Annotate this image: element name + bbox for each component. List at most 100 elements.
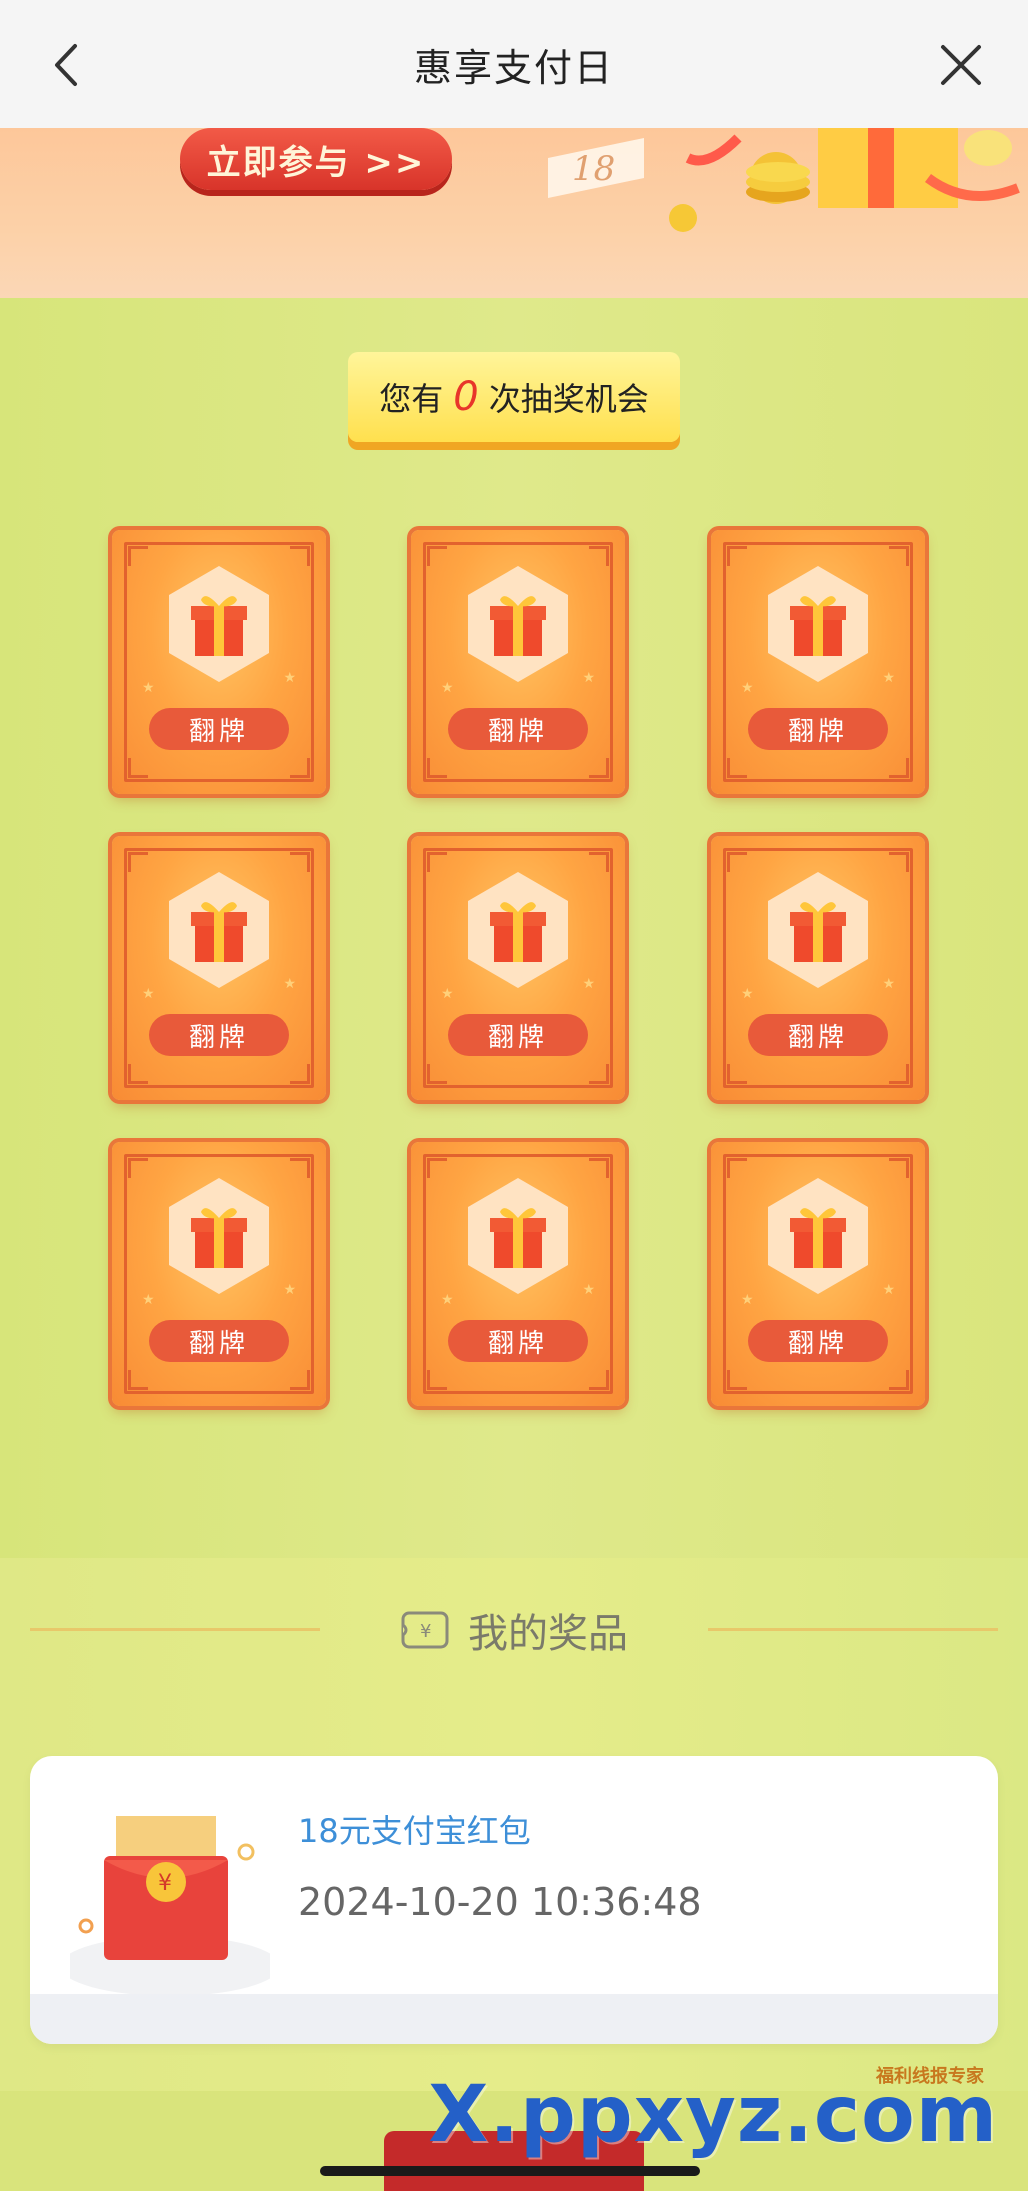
gift-box-illustration: 18: [548, 128, 1020, 232]
card-corner-ornament: [128, 758, 148, 778]
gift-icon: [768, 566, 868, 682]
star-decoration: ★: [882, 1282, 895, 1298]
star-decoration: ★: [441, 986, 454, 1002]
card-corner-ornament: [889, 1370, 909, 1390]
gift-icon: [169, 872, 269, 988]
card-corner-ornament: [290, 1064, 310, 1084]
flip-card-label: 翻牌: [448, 708, 588, 750]
card-corner-ornament: [727, 852, 747, 872]
flip-card-label: 翻牌: [448, 1014, 588, 1056]
gift-icon: [468, 1178, 568, 1294]
card-corner-ornament: [589, 546, 609, 566]
gift-icon: [169, 566, 269, 682]
star-decoration: ★: [441, 680, 454, 696]
star-decoration: ★: [441, 1292, 454, 1308]
card-corner-ornament: [427, 1064, 447, 1084]
star-decoration: ★: [741, 986, 754, 1002]
divider-left: [30, 1628, 320, 1631]
prizes-heading: ¥ 我的奖品: [400, 1600, 628, 1660]
close-button[interactable]: [926, 30, 996, 100]
card-corner-ornament: [427, 1370, 447, 1390]
flip-card[interactable]: ★ ★ 翻牌: [112, 1142, 326, 1406]
red-packet-icon: ¥: [70, 1816, 270, 1996]
prize-name: 18元支付宝红包: [298, 1812, 531, 1850]
flip-card[interactable]: ★ ★ 翻牌: [112, 836, 326, 1100]
my-prizes-section: ¥ 我的奖品 ¥ 18元支付宝红包 2024-10-20 10:36:48: [0, 1558, 1028, 2091]
card-corner-ornament: [427, 1158, 447, 1178]
flip-card[interactable]: ★ ★ 翻牌: [112, 530, 326, 794]
star-decoration: ★: [741, 680, 754, 696]
flip-card-label: 翻牌: [448, 1320, 588, 1362]
prize-card-footer: [30, 1994, 998, 2044]
flip-card[interactable]: ★ ★ 翻牌: [711, 1142, 925, 1406]
card-corner-ornament: [290, 758, 310, 778]
gift-icon: [468, 872, 568, 988]
card-corner-ornament: [727, 1370, 747, 1390]
star-decoration: ★: [582, 670, 595, 686]
badge-number: 18: [572, 149, 615, 189]
flip-card[interactable]: ★ ★ 翻牌: [411, 530, 625, 794]
card-corner-ornament: [889, 1064, 909, 1084]
card-corner-ornament: [589, 1370, 609, 1390]
star-decoration: ★: [283, 1282, 296, 1298]
card-corner-ornament: [889, 546, 909, 566]
card-corner-ornament: [727, 1158, 747, 1178]
star-decoration: ★: [142, 680, 155, 696]
svg-text:¥: ¥: [420, 1621, 431, 1642]
star-decoration: ★: [283, 976, 296, 992]
chevron-left-icon: [55, 44, 77, 86]
flip-card-label: 翻牌: [149, 1320, 289, 1362]
lottery-chance-counter: 您有 0 次抽奖机会: [348, 352, 680, 442]
flip-card-label: 翻牌: [748, 1014, 888, 1056]
card-corner-ornament: [727, 758, 747, 778]
prizes-heading-text: 我的奖品: [468, 1611, 628, 1657]
card-corner-ornament: [727, 1064, 747, 1084]
gift-icon: [768, 1178, 868, 1294]
promo-banner: 立即参与 >> 18: [0, 128, 1028, 298]
card-corner-ornament: [290, 1370, 310, 1390]
flip-card[interactable]: ★ ★ 翻牌: [711, 836, 925, 1100]
prize-timestamp: 2024-10-20 10:36:48: [298, 1880, 702, 1924]
ticket-icon: ¥: [401, 1611, 449, 1649]
card-corner-ornament: [128, 1370, 148, 1390]
star-decoration: ★: [741, 1292, 754, 1308]
card-corner-ornament: [128, 546, 148, 566]
card-corner-ornament: [889, 852, 909, 872]
navigation-bar: 惠享支付日: [0, 0, 1028, 128]
chance-suffix: 次抽奖机会: [488, 380, 649, 418]
chance-count: 0: [453, 374, 479, 420]
card-corner-ornament: [589, 1064, 609, 1084]
star-decoration: ★: [882, 670, 895, 686]
page-title: 惠享支付日: [413, 45, 614, 90]
flip-card[interactable]: ★ ★ 翻牌: [711, 530, 925, 794]
card-corner-ornament: [589, 1158, 609, 1178]
prize-item[interactable]: ¥ 18元支付宝红包 2024-10-20 10:36:48: [30, 1756, 998, 2044]
card-corner-ornament: [589, 852, 609, 872]
card-corner-ornament: [128, 852, 148, 872]
card-corner-ornament: [427, 852, 447, 872]
gift-icon: [768, 872, 868, 988]
back-button[interactable]: [32, 30, 102, 100]
join-now-button[interactable]: 立即参与 >>: [180, 128, 452, 190]
divider-right: [708, 1628, 998, 1631]
card-corner-ornament: [427, 758, 447, 778]
flip-card[interactable]: ★ ★ 翻牌: [411, 1142, 625, 1406]
card-corner-ornament: [290, 546, 310, 566]
card-corner-ornament: [290, 1158, 310, 1178]
flip-card-label: 翻牌: [748, 1320, 888, 1362]
star-decoration: ★: [283, 670, 296, 686]
card-corner-ornament: [727, 546, 747, 566]
star-decoration: ★: [142, 986, 155, 1002]
card-corner-ornament: [589, 758, 609, 778]
svg-text:¥: ¥: [158, 1871, 172, 1896]
gift-icon: [169, 1178, 269, 1294]
star-decoration: ★: [582, 1282, 595, 1298]
flip-card-label: 翻牌: [149, 1014, 289, 1056]
flip-card-label: 翻牌: [748, 708, 888, 750]
watermark-brand: 福利线报专家: [876, 2066, 984, 2087]
flip-card[interactable]: ★ ★ 翻牌: [411, 836, 625, 1100]
card-corner-ornament: [889, 1158, 909, 1178]
card-corner-ornament: [290, 852, 310, 872]
star-decoration: ★: [882, 976, 895, 992]
flip-card-label: 翻牌: [149, 708, 289, 750]
